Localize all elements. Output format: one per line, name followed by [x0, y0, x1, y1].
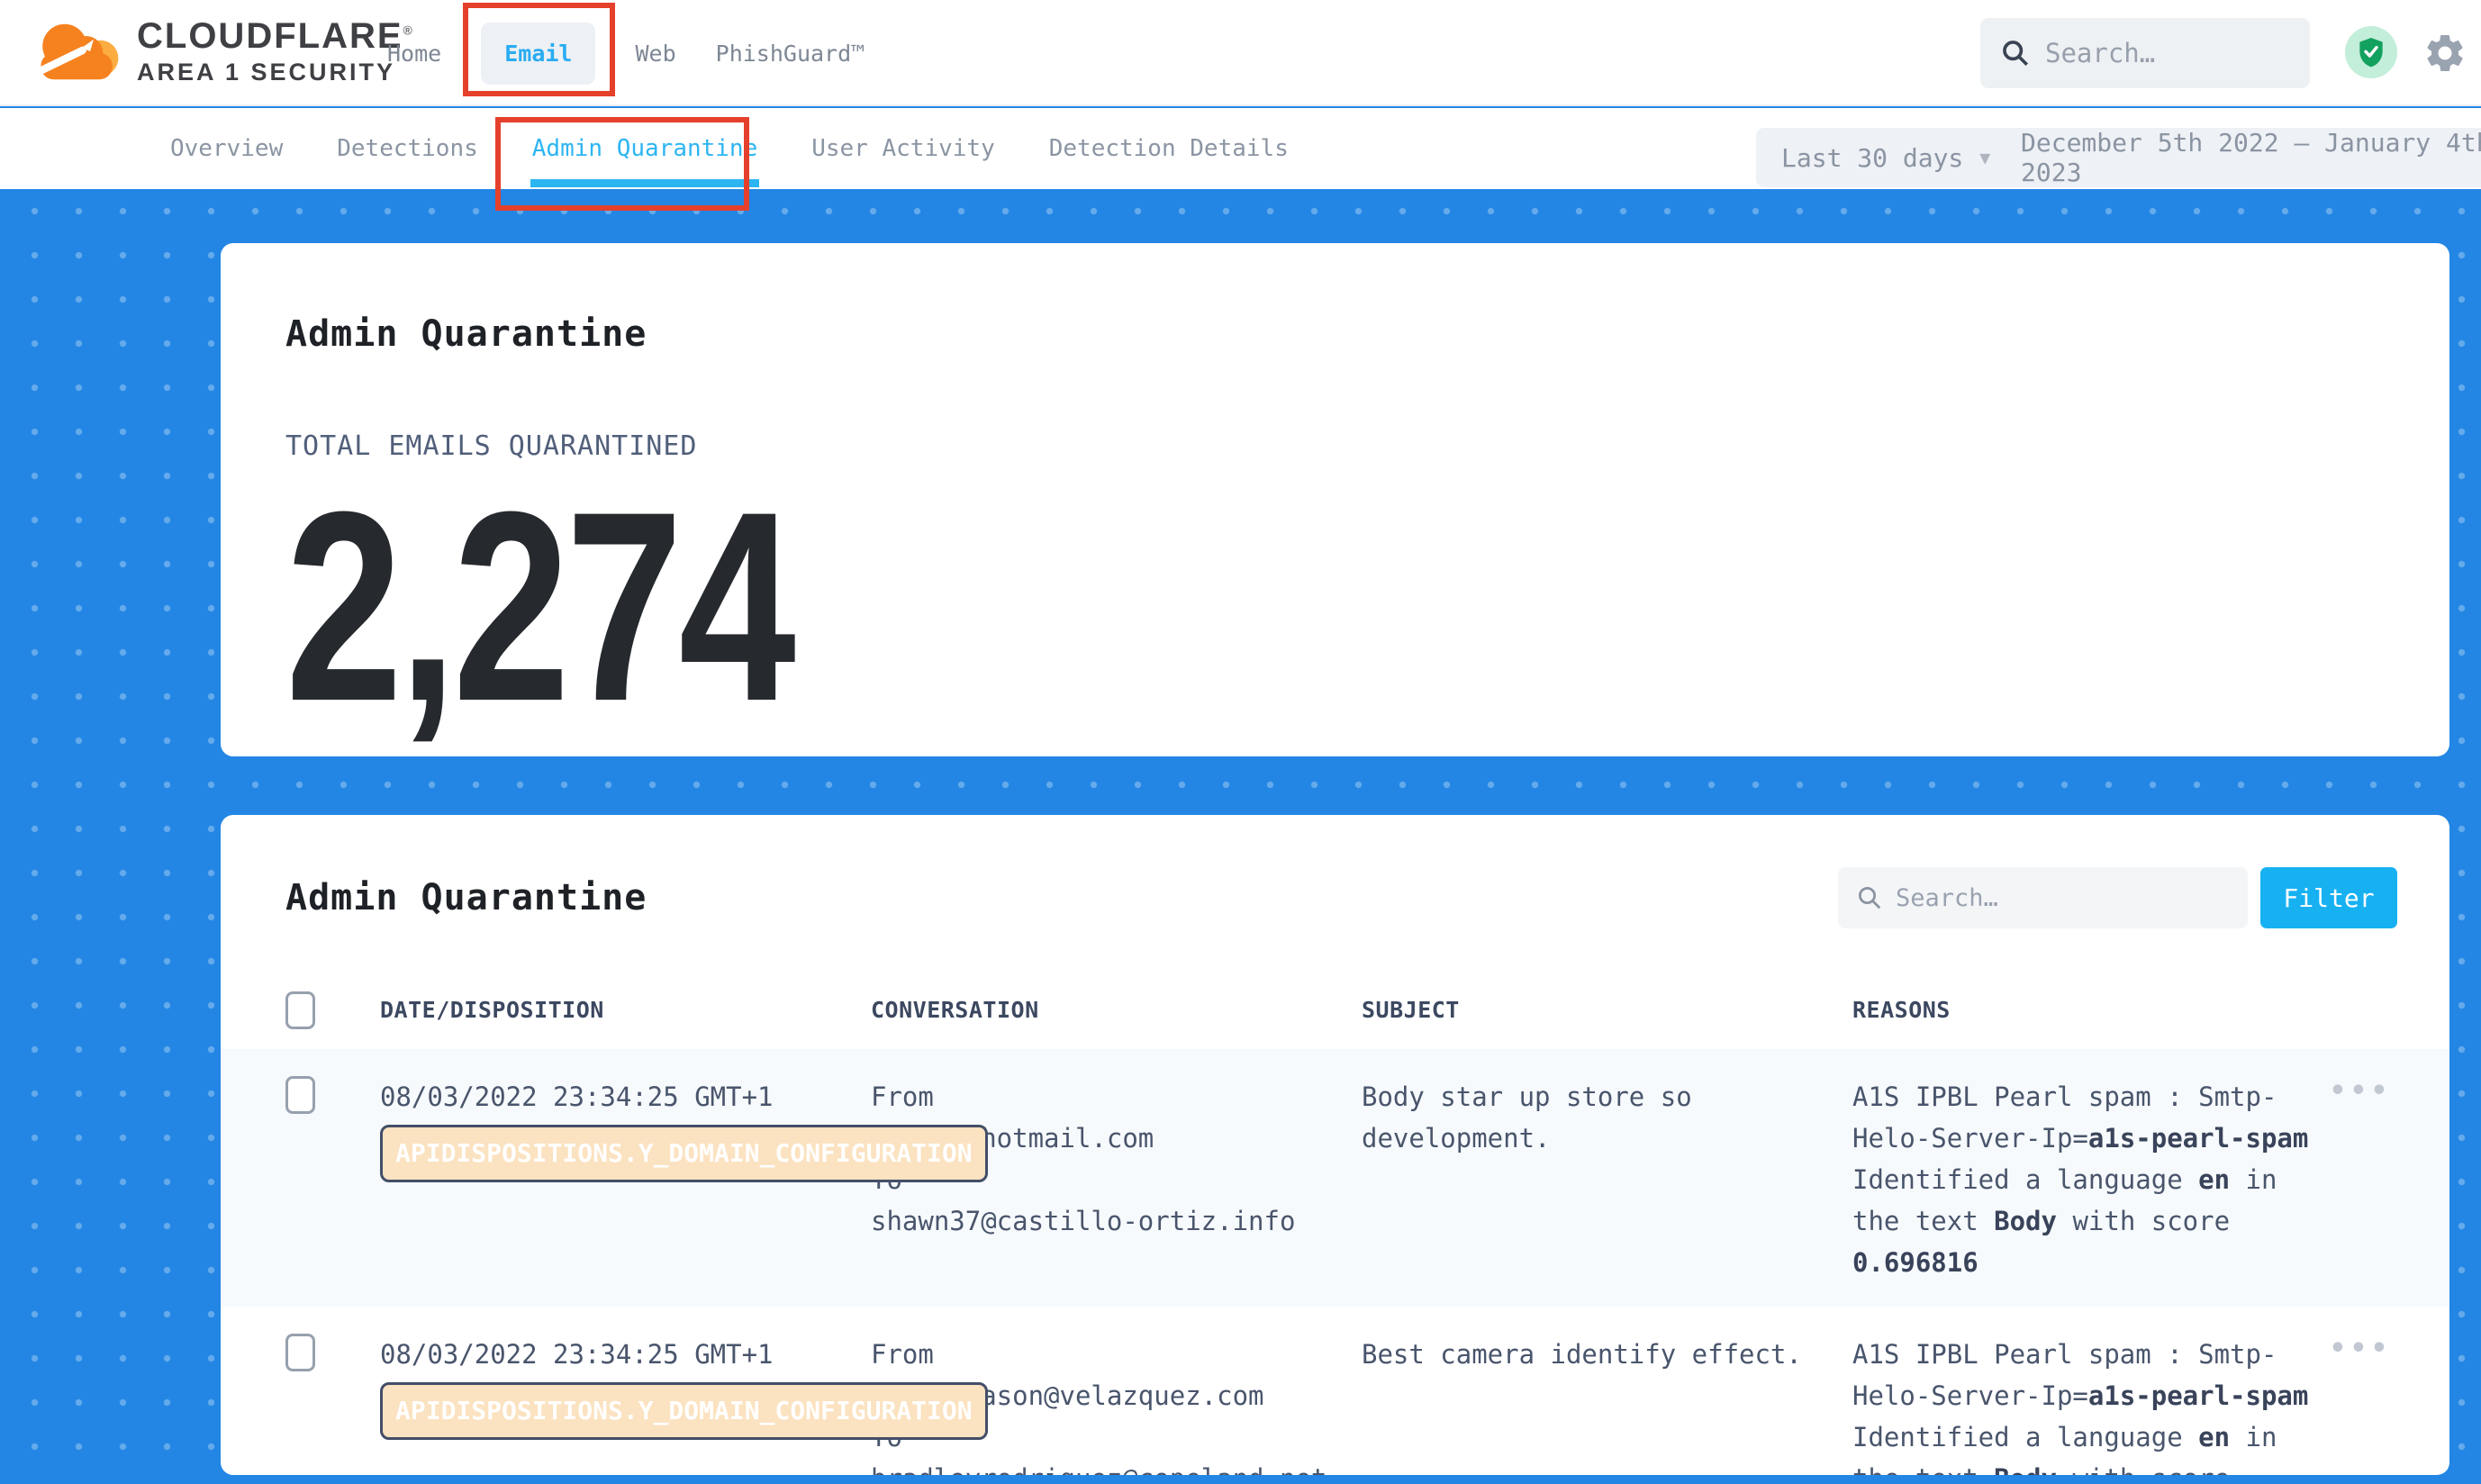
row-checkbox[interactable]	[285, 1334, 315, 1371]
summary-card: Admin Quarantine TOTAL EMAILS QUARANTINE…	[221, 243, 2449, 756]
date-range-select[interactable]: Last 30 days ▼	[1756, 128, 2015, 187]
disposition-badge: APIDISPOSITIONS.Y_DOMAIN_CONFIGURATION	[380, 1125, 988, 1182]
table-header-row: DATE/DISPOSITION CONVERSATION SUBJECT RE…	[221, 973, 2449, 1049]
brand: CLOUDFLARE® AREA 1 SECURITY	[31, 7, 414, 95]
filter-button[interactable]: Filter	[2260, 867, 2397, 928]
table-row: 08/03/2022 23:34:25 GMT+1 APIDISPOSITION…	[221, 1049, 2449, 1307]
top-nav-phishguard[interactable]: PhishGuard™	[716, 41, 865, 67]
active-tab-underline	[530, 179, 759, 187]
search-icon	[2000, 38, 2031, 68]
column-header-date: DATE/DISPOSITION	[380, 991, 871, 1023]
top-navigation: Home Email Web PhishGuard™	[387, 0, 865, 106]
date-range-display[interactable]: December 5th 2022 — January 4th 2023	[1990, 128, 2481, 187]
search-icon	[1856, 884, 1883, 911]
email-section-tabs: Overview Detections Admin Quarantine Use…	[0, 108, 2481, 189]
top-nav-email[interactable]: Email	[481, 23, 595, 85]
tab-user-activity[interactable]: User Activity	[810, 110, 997, 187]
row-checkbox[interactable]	[285, 1076, 315, 1114]
protection-status-badge[interactable]	[2345, 26, 2397, 78]
row-date: 08/03/2022 23:34:25 GMT+1	[380, 1076, 871, 1118]
tab-overview[interactable]: Overview	[168, 110, 285, 187]
quarantine-table-card: Admin Quarantine Search… Filter DATE/DIS…	[221, 815, 2449, 1475]
top-nav-web[interactable]: Web	[635, 41, 675, 67]
table-search-placeholder: Search…	[1896, 884, 1998, 912]
row-date: 08/03/2022 23:34:25 GMT+1	[380, 1334, 871, 1375]
reasons-cell: A1S IPBL Pearl spam : Smtp-Helo-Server-I…	[1852, 1076, 2321, 1283]
tab-detection-details[interactable]: Detection Details	[1047, 110, 1290, 187]
summary-card-title: Admin Quarantine	[285, 313, 2395, 355]
table-row: 08/03/2022 23:34:25 GMT+1 APIDISPOSITION…	[221, 1307, 2449, 1475]
tab-admin-quarantine[interactable]: Admin Quarantine	[530, 110, 759, 187]
top-bar: CLOUDFLARE® AREA 1 SECURITY Home Email W…	[0, 0, 2481, 106]
global-search-input[interactable]: Search…	[1980, 18, 2310, 88]
column-header-reasons: REASONS	[1852, 991, 2321, 1023]
select-all-checkbox[interactable]	[285, 991, 315, 1029]
tab-detections[interactable]: Detections	[335, 110, 480, 187]
subject-cell: Best camera identify effect.	[1362, 1334, 1852, 1375]
metric-value: 2,274	[285, 471, 1932, 741]
settings-gear-icon[interactable]	[2422, 31, 2467, 76]
reasons-cell: A1S IPBL Pearl spam : Smtp-Helo-Server-I…	[1852, 1334, 2321, 1475]
row-actions-menu[interactable]: •••	[2330, 1076, 2397, 1107]
disposition-badge: APIDISPOSITIONS.Y_DOMAIN_CONFIGURATION	[380, 1382, 988, 1440]
subject-cell: Body star up store so development.	[1362, 1076, 1852, 1159]
table-search-input[interactable]: Search…	[1838, 867, 2248, 928]
column-header-subject: SUBJECT	[1362, 991, 1852, 1023]
row-actions-menu[interactable]: •••	[2330, 1334, 2397, 1364]
date-disposition-cell: 08/03/2022 23:34:25 GMT+1 APIDISPOSITION…	[380, 1076, 871, 1182]
to-address[interactable]: bradleyrodriguez@copeland.net	[871, 1458, 1362, 1475]
column-header-conversation: CONVERSATION	[871, 991, 1362, 1023]
table-card-title: Admin Quarantine	[285, 877, 647, 918]
chevron-down-icon: ▼	[1979, 147, 1990, 168]
to-address[interactable]: shawn37@castillo-ortiz.info	[871, 1200, 1362, 1242]
brand-subtitle: AREA 1 SECURITY	[137, 59, 414, 86]
date-disposition-cell: 08/03/2022 23:34:25 GMT+1 APIDISPOSITION…	[380, 1334, 871, 1440]
top-nav-home[interactable]: Home	[387, 41, 441, 67]
brand-name: CLOUDFLARE®	[137, 16, 414, 57]
cloudflare-logo-icon	[31, 7, 124, 95]
global-search-placeholder: Search…	[2045, 38, 2155, 68]
